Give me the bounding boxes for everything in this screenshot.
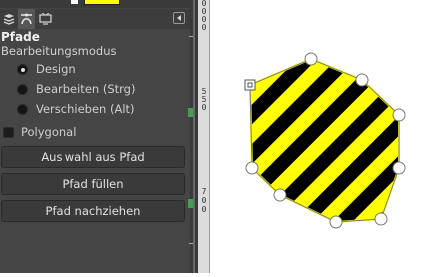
path-anchor[interactable] xyxy=(329,215,343,229)
ruler-label: 0 xyxy=(201,23,207,32)
fill-path-button[interactable]: Pfad füllen xyxy=(1,173,185,195)
ruler-label: 0 xyxy=(201,205,207,214)
path-anchor[interactable] xyxy=(245,161,259,175)
image-canvas[interactable] xyxy=(210,0,438,273)
tab-layers[interactable] xyxy=(0,9,17,29)
mode-option-label: Bearbeiten (Strg) xyxy=(36,82,136,96)
tab-paths[interactable] xyxy=(18,9,35,29)
path-anchor[interactable] xyxy=(273,188,287,202)
mode-option-label: Design xyxy=(36,62,76,76)
panel-title: Pfade xyxy=(1,30,40,44)
separator-marker xyxy=(188,108,193,117)
path-anchor[interactable] xyxy=(374,212,388,226)
edit-mode-label: Bearbeitungsmodus xyxy=(1,44,117,58)
triangle-left-icon xyxy=(177,15,181,21)
striped-polygon-fill xyxy=(248,57,400,224)
mode-option-design[interactable]: Design xyxy=(17,61,76,77)
path-anchor[interactable] xyxy=(355,73,369,87)
polygonal-checkbox[interactable] xyxy=(3,126,14,138)
path-anchor[interactable] xyxy=(392,108,406,122)
separator-tick xyxy=(189,36,193,37)
ruler-label: 0 xyxy=(201,103,207,112)
separator-track xyxy=(193,0,195,273)
vertical-ruler[interactable]: 0 0 0 0 5 5 0 7 0 0 xyxy=(198,0,210,273)
path-anchor[interactable] xyxy=(392,161,406,175)
selection-from-path-button[interactable]: Aus wahl aus Pfad xyxy=(1,146,185,168)
path-start-anchor[interactable] xyxy=(244,79,256,91)
polygonal-label: Polygonal xyxy=(21,125,77,139)
separator-marker xyxy=(188,199,193,208)
radio-edit[interactable] xyxy=(17,83,28,95)
tab-device-status[interactable] xyxy=(37,9,54,29)
stroke-path-button[interactable]: Pfad nachziehen xyxy=(1,200,185,222)
background-color-swatch[interactable] xyxy=(84,0,120,5)
device-status-icon xyxy=(39,13,52,25)
path-anchor[interactable] xyxy=(304,52,318,66)
mode-option-move[interactable]: Verschieben (Alt) xyxy=(17,101,135,117)
radio-design[interactable] xyxy=(17,63,28,75)
polygonal-option[interactable]: Polygonal xyxy=(3,124,76,140)
separator-tick xyxy=(189,243,193,244)
radio-move[interactable] xyxy=(17,103,28,115)
ruler-label: 7 xyxy=(201,187,207,196)
tool-options-dock: Pfade Bearbeitungsmodus Design Bearbeite… xyxy=(0,0,190,273)
mode-option-label: Verschieben (Alt) xyxy=(36,102,135,116)
dock-tab-bar xyxy=(0,9,190,29)
canvas-drawing xyxy=(244,52,406,229)
layers-icon xyxy=(3,14,14,25)
ruler-label: 0 xyxy=(201,196,207,205)
mode-option-edit[interactable]: Bearbeiten (Strg) xyxy=(17,81,135,97)
panel-menu-button[interactable] xyxy=(173,12,185,24)
foreground-color-swatch[interactable] xyxy=(71,0,78,4)
paths-tool-icon xyxy=(21,13,32,25)
